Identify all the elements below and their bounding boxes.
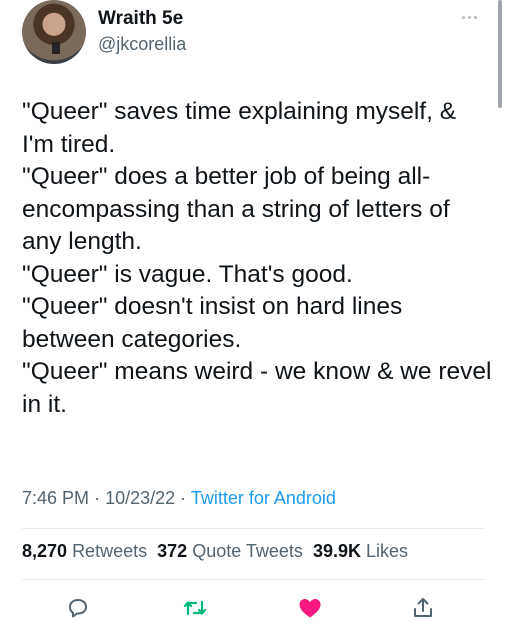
divider <box>22 528 485 529</box>
tweet-time[interactable]: 7:46 PM <box>22 488 89 508</box>
tweet-line: "Queer" saves time explaining myself, & … <box>22 98 457 158</box>
more-icon[interactable] <box>462 10 488 24</box>
tweet-text: "Queer" saves time explaining myself, & … <box>22 96 492 421</box>
tweet-date[interactable]: 10/23/22 <box>105 488 175 508</box>
tweet-line: "Queer" means weird - we know & we revel… <box>22 358 492 418</box>
tweet-source-link[interactable]: Twitter for Android <box>191 488 336 508</box>
share-button[interactable] <box>409 594 437 622</box>
author-name[interactable]: Wraith 5e <box>98 8 183 30</box>
retweet-icon <box>183 600 207 616</box>
share-icon <box>414 598 432 617</box>
tweet-stats: 8,270 Retweets 372 Quote Tweets 39.9K Li… <box>22 541 408 562</box>
meta-separator: · <box>94 488 101 508</box>
likes-stat[interactable]: 39.9K Likes <box>313 541 408 561</box>
tweet-line: "Queer" is vague. That's good. <box>22 260 353 288</box>
retweet-button[interactable] <box>181 594 209 622</box>
tweet-line: "Queer" doesn't insist on hard lines bet… <box>22 293 403 353</box>
heart-icon <box>299 599 321 618</box>
divider <box>22 579 485 580</box>
reply-icon <box>69 599 87 618</box>
tweet-meta: 7:46 PM · 10/23/22 · Twitter for Android <box>22 488 336 509</box>
avatar[interactable] <box>22 0 86 64</box>
like-button[interactable] <box>296 594 324 622</box>
quotes-stat[interactable]: 372 Quote Tweets <box>157 541 303 561</box>
retweets-stat[interactable]: 8,270 Retweets <box>22 541 147 561</box>
author-handle[interactable]: @jkcorellia <box>98 34 186 55</box>
scrollbar[interactable] <box>498 0 502 108</box>
reply-button[interactable] <box>64 594 92 622</box>
tweet-line: "Queer" does a better job of being all-e… <box>22 163 450 255</box>
meta-separator: · <box>180 488 187 508</box>
